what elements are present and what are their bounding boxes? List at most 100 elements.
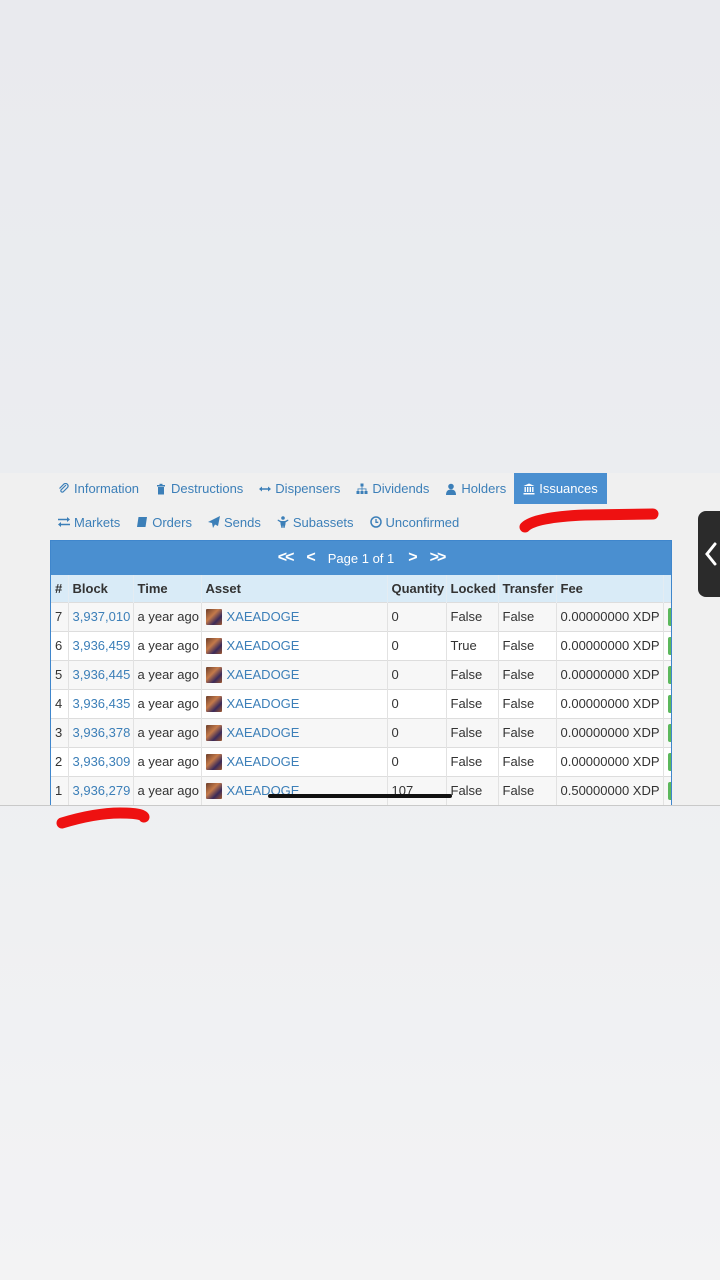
tab-label: Unconfirmed <box>385 514 460 530</box>
tab-label: Dispensers <box>275 481 341 496</box>
table-row: 7 3,937,010 a year ago XAEADOGE 0 False False 0… <box>51 601 671 631</box>
asset-avatar <box>205 782 222 799</box>
block-link[interactable]: 3,936,445 <box>73 667 131 682</box>
sitemap-icon <box>356 483 368 494</box>
asset-avatar <box>205 724 222 741</box>
asset-link[interactable]: XAEADOGE <box>227 609 300 624</box>
block-link[interactable]: 3,936,378 <box>73 725 131 740</box>
asset-link[interactable]: XAEADOGE <box>227 725 300 740</box>
header-time: Time <box>133 575 202 602</box>
transfer-cell: False <box>498 775 557 805</box>
header-transfer: Transfer <box>498 575 557 602</box>
table-row: 6 3,936,459 a year ago XAEADOGE 0 True False 0.… <box>51 630 671 660</box>
last-page-button[interactable]: >> <box>430 549 447 567</box>
user-icon <box>446 483 457 495</box>
row-action-button[interactable] <box>667 636 671 655</box>
row-number: 3 <box>51 717 69 747</box>
block-link[interactable]: 3,936,435 <box>73 696 131 711</box>
transfer-cell: False <box>498 630 557 660</box>
pager: << < Page 1 of 1 > >> <box>51 541 671 575</box>
fee-cell: 0.00000000 XDP <box>556 630 664 660</box>
header-locked: Locked <box>446 575 499 602</box>
arrows-horizontal-icon <box>259 486 272 491</box>
transfer-cell: False <box>498 717 557 747</box>
quantity-cell: 0 <box>387 659 447 689</box>
locked-cell: False <box>446 601 499 631</box>
row-number: 7 <box>51 601 69 631</box>
tab-label: Subassets <box>292 514 354 530</box>
quantity-cell: 107 <box>387 775 447 805</box>
locked-cell: False <box>446 775 499 805</box>
tab-destructions[interactable]: Destructions <box>147 473 251 504</box>
tab-unconfirmed[interactable]: Unconfirmed <box>362 509 468 535</box>
fee-cell: 0.00000000 XDP <box>556 688 664 718</box>
asset-link[interactable]: XAEADOGE <box>227 696 300 711</box>
tab-subassets[interactable]: Subassets <box>269 509 362 535</box>
table-row: 3 3,936,378 a year ago XAEADOGE 0 False False 0… <box>51 717 671 747</box>
header-quantity: Quantity <box>387 575 447 602</box>
prev-page-button[interactable]: < <box>306 549 315 567</box>
header-action <box>663 575 671 602</box>
child-icon <box>277 516 289 528</box>
tab-row-primary: Information Destructions Dispensers Divi… <box>50 473 670 504</box>
locked-cell: False <box>446 688 499 718</box>
asset-link[interactable]: XAEADOGE <box>227 667 300 682</box>
row-action-button[interactable] <box>667 694 671 713</box>
quantity-cell: 0 <box>387 717 447 747</box>
fee-cell: 0.50000000 XDP <box>556 775 664 805</box>
time-cell: a year ago <box>133 630 202 660</box>
block-link[interactable]: 3,936,279 <box>73 783 131 798</box>
block-link[interactable]: 3,937,010 <box>73 609 131 624</box>
tab-label: Dividends <box>372 481 430 496</box>
tab-orders[interactable]: Orders <box>128 509 200 535</box>
fee-cell: 0.00000000 XDP <box>556 717 664 747</box>
row-action-button[interactable] <box>667 781 671 800</box>
block-link[interactable]: 3,936,309 <box>73 754 131 769</box>
home-indicator[interactable] <box>268 794 452 798</box>
row-action-button[interactable] <box>667 723 671 742</box>
asset-link[interactable]: XAEADOGE <box>227 638 300 653</box>
trash-icon <box>157 483 166 494</box>
tab-dispensers[interactable]: Dispensers <box>251 473 348 504</box>
time-cell: a year ago <box>133 601 202 631</box>
row-action-button[interactable] <box>667 665 671 684</box>
row-number: 4 <box>51 688 69 718</box>
tab-sends[interactable]: Sends <box>200 509 269 535</box>
tab-markets[interactable]: Markets <box>50 509 128 535</box>
first-page-button[interactable]: << <box>278 549 295 567</box>
page-indicator: Page 1 of 1 <box>327 550 395 566</box>
tab-label: Markets <box>74 514 121 530</box>
locked-cell: True <box>446 630 499 660</box>
row-number: 2 <box>51 746 69 776</box>
time-cell: a year ago <box>133 659 202 689</box>
tab-dividends[interactable]: Dividends <box>348 473 437 504</box>
transfer-cell: False <box>498 659 557 689</box>
next-page-button[interactable]: > <box>408 549 417 567</box>
asset-avatar <box>205 753 222 770</box>
exchange-icon <box>58 517 70 527</box>
bank-icon <box>523 483 535 494</box>
send-icon <box>207 516 220 528</box>
issuances-panel: << < Page 1 of 1 > >> # Block Time Asset… <box>50 540 672 806</box>
locked-cell: False <box>446 659 499 689</box>
row-action-button[interactable] <box>667 607 671 626</box>
table-header-row: # Block Time Asset Quantity Locked Trans… <box>51 575 671 602</box>
table-row: 2 3,936,309 a year ago XAEADOGE 0 False False 0… <box>51 746 671 776</box>
table-row: 1 3,936,279 a year ago XAEADOGE 107 False Fals… <box>51 775 671 805</box>
chevron-left-icon <box>705 542 717 566</box>
tab-label: Information <box>74 481 140 496</box>
asset-avatar <box>205 695 222 712</box>
header-fee: Fee <box>556 575 664 602</box>
side-panel-handle[interactable] <box>698 511 720 597</box>
quantity-cell: 0 <box>387 601 447 631</box>
row-action-button[interactable] <box>667 752 671 771</box>
tab-information[interactable]: Information <box>50 473 147 504</box>
block-link[interactable]: 3,936,459 <box>73 638 131 653</box>
time-cell: a year ago <box>133 688 202 718</box>
fee-cell: 0.00000000 XDP <box>556 601 664 631</box>
red-annotation-mark-block <box>56 807 150 829</box>
table-row: 4 3,936,435 a year ago XAEADOGE 0 False False 0… <box>51 688 671 718</box>
tab-holders[interactable]: Holders <box>437 473 514 504</box>
tab-issuances[interactable]: Issuances <box>514 473 607 504</box>
asset-link[interactable]: XAEADOGE <box>227 754 300 769</box>
